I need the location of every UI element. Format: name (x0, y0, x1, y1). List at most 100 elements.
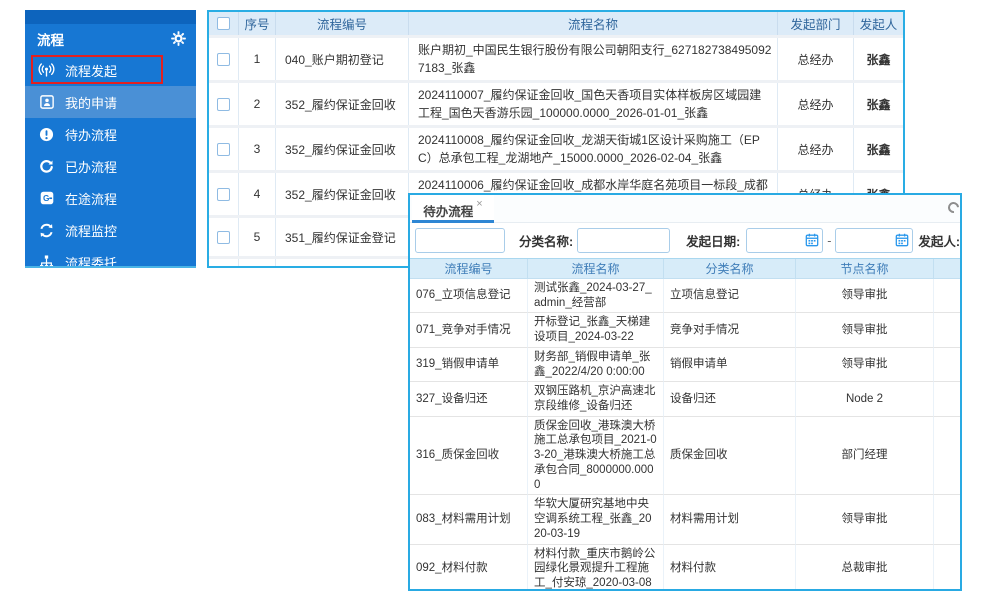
sidebar-item-label: 流程监控 (65, 223, 118, 239)
select-all-checkbox[interactable] (217, 17, 230, 30)
cell-code: 040_账户期初登记 (276, 38, 409, 80)
table-row[interactable]: 083_材料需用计划 华软大厦研究基地中央空调系统工程_张鑫_2020-03-1… (410, 495, 960, 545)
cell-person: 张鑫 (866, 52, 891, 67)
cell-name: 账户期初_中国民生银行股份有限公司朝阳支行_627182738495092718… (409, 38, 778, 80)
todo-table: 流程编号 流程名称 分类名称 节点名称 076_立项信息登记 测试张鑫_2024… (410, 258, 960, 589)
table-row[interactable]: 3 352_履约保证金回收 2024110008_履约保证金回收_龙湖天街城1区… (209, 128, 903, 170)
row-checkbox[interactable] (217, 97, 230, 111)
cell-no: 4 (239, 173, 276, 215)
column-header: 序号 (239, 12, 276, 35)
exclamation-circle-icon (38, 126, 55, 142)
cell-category: 设备归还 (664, 382, 796, 417)
row-checkbox[interactable] (217, 187, 230, 201)
tab-todo-processes[interactable]: 待办流程 × (412, 195, 494, 223)
id-card-icon (38, 94, 55, 110)
broadcast-icon (38, 62, 55, 78)
category-input[interactable] (577, 228, 671, 253)
calendar-icon[interactable] (805, 233, 819, 250)
sidebar-item-label: 在途流程 (65, 191, 118, 207)
start-date-label: 发起日期: (686, 235, 741, 249)
cell-code: 076_立项信息登记 (410, 279, 528, 314)
column-header: 节点名称 (796, 259, 934, 278)
cell-code: 092_材料付款 (410, 544, 528, 589)
cell-code: 351_履约保证金登记 (276, 218, 409, 256)
table-row[interactable]: 071_竞争对手情况 开标登记_张鑫_天梯建设项目_2024-03-22 竞争对… (410, 313, 960, 348)
c-arrow-icon (38, 158, 55, 174)
cell-category: 销假申请单 (664, 347, 796, 383)
cell-code: 071_竞争对手情况 (410, 313, 528, 348)
initiator-label: 发起人: (918, 235, 960, 249)
sidebar-item-my-applications[interactable]: 我的申请 (25, 86, 196, 118)
cell-no: 5 (239, 218, 276, 256)
cell-name: 材料付款_重庆市鹅岭公园绿化景观提升工程施工_付安琼_2020-03-08 (528, 544, 664, 589)
sidebar-item-todo-processes[interactable]: 待办流程 (25, 118, 196, 150)
table-row[interactable]: 319_销假申请单 财务部_销假申请单_张鑫_2022/4/20 0:00:00… (410, 347, 960, 383)
cell-node: 领导审批 (796, 347, 934, 383)
cell-no: 1 (239, 38, 276, 80)
cell-name: 2024110007_履约保证金回收_国色天香项目实体样板房区域园建工程_国色天… (409, 83, 778, 125)
cell-person: 张鑫 (866, 97, 891, 112)
row-checkbox[interactable] (217, 142, 230, 156)
panel-tab-bar: 待办流程 × (410, 195, 960, 223)
column-header: 流程名称 (409, 12, 778, 35)
table-row[interactable]: 092_材料付款 材料付款_重庆市鹅岭公园绿化景观提升工程施工_付安琼_2020… (410, 544, 960, 589)
gear-icon[interactable] (171, 31, 186, 49)
cell-node: 总裁审批 (796, 544, 934, 589)
table-row[interactable]: 076_立项信息登记 测试张鑫_2024-03-27_admin_经营部 立项信… (410, 279, 960, 314)
app-root: 流程 流程发起 我的申请 待办流程 已办流程 G 在途流程 流程监控 流程委托 … (0, 0, 1000, 600)
cell-name: 质保金回收_港珠澳大桥施工总承包项目_2021-03-20_港珠澳大桥施工总承包… (528, 416, 664, 496)
refresh-icon[interactable] (945, 199, 960, 216)
column-header: 流程名称 (528, 259, 664, 278)
column-header: 发起部门 (778, 12, 854, 35)
cell-node: 领导审批 (796, 313, 934, 348)
sidebar-item-in-transit-processes[interactable]: G 在途流程 (25, 182, 196, 214)
table-row[interactable]: 327_设备归还 双钢压路机_京沪高速北京段维修_设备归还 设备归还 Node … (410, 382, 960, 417)
cell-node: 领导审批 (796, 495, 934, 545)
cell-name: 开标登记_张鑫_天梯建设项目_2024-03-22 (528, 313, 664, 348)
cell-name: 双钢压路机_京沪高速北京段维修_设备归还 (528, 382, 664, 417)
sidebar-header: 流程 (25, 24, 196, 54)
cell-name: 测试张鑫_2024-03-27_admin_经营部 (528, 279, 664, 314)
sidebar-item-label: 流程发起 (65, 63, 118, 79)
category-label: 分类名称: (519, 235, 574, 249)
todo-process-panel: 待办流程 × 分类名称: 发起日期: - 发起人: 流程编号 流程名称 分类名称… (408, 193, 962, 591)
sidebar-item-label: 我的申请 (65, 95, 118, 111)
select-all-cell (209, 12, 239, 35)
sidebar-item-process-delegation[interactable]: 流程委托 (25, 246, 196, 266)
sidebar-item-done-processes[interactable]: 已办流程 (25, 150, 196, 182)
sidebar-item-process-monitoring[interactable]: 流程监控 (25, 214, 196, 246)
cell-name: 财务部_销假申请单_张鑫_2022/4/20 0:00:00 (528, 347, 664, 383)
table-row[interactable]: 316_质保金回收 质保金回收_港珠澳大桥施工总承包项目_2021-03-20_… (410, 416, 960, 496)
cell-dept: 总经办 (778, 83, 854, 125)
row-checkbox[interactable] (217, 230, 230, 244)
sidebar-item-process-start[interactable]: 流程发起 (25, 54, 196, 86)
svg-text:G: G (42, 193, 48, 203)
table-row[interactable]: 2 352_履约保证金回收 2024110007_履约保证金回收_国色天香项目实… (209, 83, 903, 125)
cell-node: 部门经理 (796, 416, 934, 496)
sidebar-item-label: 已办流程 (65, 159, 118, 175)
cell-category: 质保金回收 (664, 416, 796, 496)
keyword-input[interactable] (415, 228, 505, 253)
cell-code: 316_质保金回收 (410, 416, 528, 496)
column-header-empty (934, 259, 960, 278)
cell-category: 立项信息登记 (664, 279, 796, 314)
cell-code: 352_履约保证金回收 (276, 83, 409, 125)
cell-code: 327_设备归还 (410, 382, 528, 417)
calendar-icon[interactable] (895, 233, 909, 250)
cell-category: 材料需用计划 (664, 495, 796, 545)
tab-close-icon[interactable]: × (476, 198, 482, 210)
column-header: 分类名称 (664, 259, 796, 278)
column-header: 发起人 (859, 18, 898, 32)
cell-no: 2 (239, 83, 276, 125)
table-row[interactable]: 1 040_账户期初登记 账户期初_中国民生银行股份有限公司朝阳支行_62718… (209, 38, 903, 80)
tab-label: 待办流程 (423, 205, 474, 219)
cell-code: 352_履约保证金回收 (276, 128, 409, 170)
cell-no: 3 (239, 128, 276, 170)
date-separator: - (827, 233, 832, 248)
table-header-row: 流程编号 流程名称 分类名称 节点名称 (410, 258, 960, 279)
g-badge-icon: G (38, 190, 55, 206)
cell-node: 领导审批 (796, 279, 934, 314)
cell-person: 张鑫 (866, 142, 891, 157)
row-checkbox[interactable] (217, 52, 230, 66)
cell-category: 材料付款 (664, 544, 796, 589)
